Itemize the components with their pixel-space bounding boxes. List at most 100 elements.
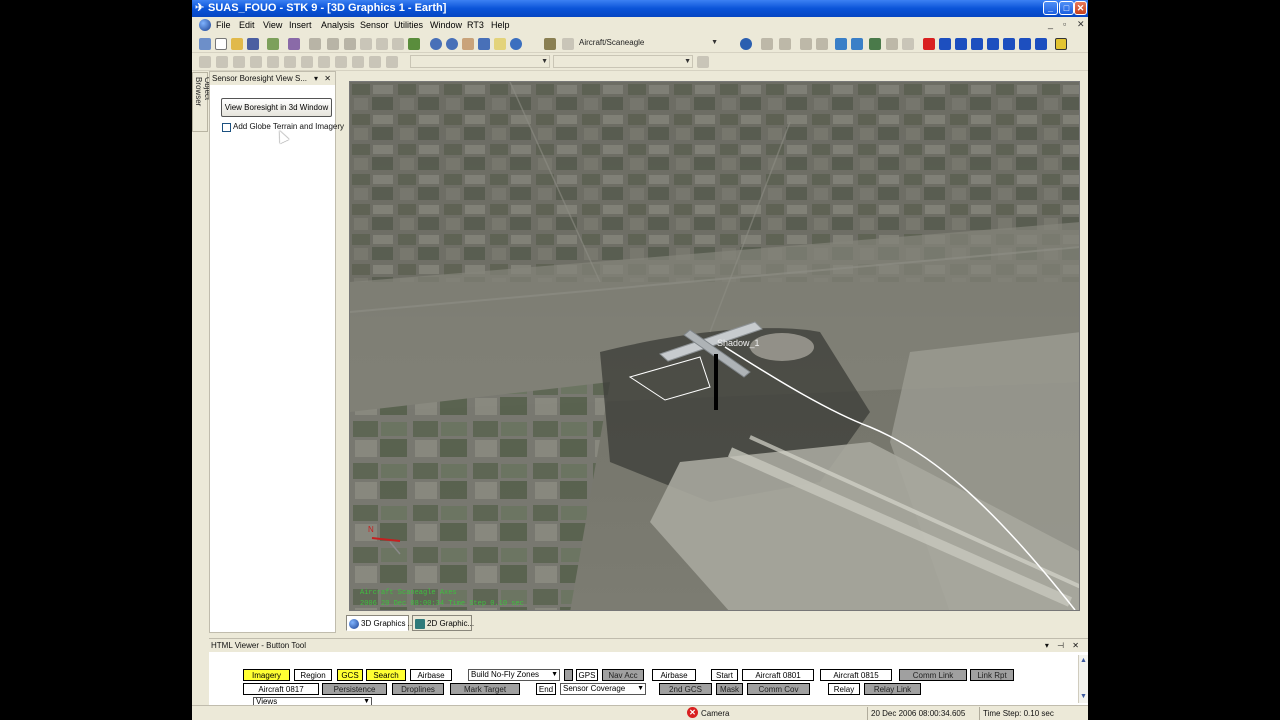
zoom-in-icon[interactable] — [430, 38, 442, 50]
end-button[interactable]: End — [536, 683, 556, 695]
close-button[interactable]: ✕ — [1074, 1, 1087, 15]
search-button[interactable]: Search — [366, 669, 406, 681]
disabled-selector[interactable]: ▼ — [410, 55, 550, 68]
reset-animation-icon[interactable] — [923, 38, 935, 50]
menu-file[interactable]: File — [216, 20, 231, 30]
record-icon[interactable] — [835, 38, 847, 50]
gcs-button[interactable]: GCS — [337, 669, 363, 681]
menu-help[interactable]: Help — [491, 20, 510, 30]
tool-icon[interactable] — [335, 56, 347, 68]
link-rpt-button[interactable]: Link Rpt — [970, 669, 1014, 681]
region-button[interactable]: Region — [294, 669, 332, 681]
zoom-to-icon[interactable] — [478, 38, 490, 50]
properties-icon[interactable] — [288, 38, 300, 50]
tool-icon[interactable] — [816, 38, 828, 50]
menu-rt3[interactable]: RT3 — [467, 20, 484, 30]
menu-view[interactable]: View — [263, 20, 282, 30]
delete-icon[interactable] — [392, 38, 404, 50]
start-button[interactable]: Start — [711, 669, 738, 681]
disabled-selector[interactable]: ▼ — [553, 55, 693, 68]
pan-hand-icon[interactable] — [462, 38, 474, 50]
terrain-checkbox[interactable] — [222, 123, 231, 132]
comm-link-button[interactable]: Comm Link — [899, 669, 967, 681]
realtime-icon[interactable] — [1055, 38, 1067, 50]
menu-sensor[interactable]: Sensor — [360, 20, 389, 30]
panel-controls[interactable]: ▾ ✕ — [314, 72, 333, 85]
mdi-minimize-button[interactable]: _ — [1048, 19, 1053, 29]
menu-analysis[interactable]: Analysis — [321, 20, 355, 30]
aircraft-0817-button[interactable]: Aircraft 0817 — [243, 683, 319, 695]
insert-object-icon[interactable] — [267, 38, 279, 50]
aircraft-0815-button[interactable]: Aircraft 0815 — [820, 669, 892, 681]
step-back-icon[interactable] — [939, 38, 951, 50]
scenario-icon[interactable] — [199, 38, 211, 50]
tool-icon[interactable] — [779, 38, 791, 50]
separator-button[interactable] — [564, 669, 573, 681]
cut-icon[interactable] — [344, 38, 356, 50]
tool-icon[interactable] — [352, 56, 364, 68]
nav-acc-button[interactable]: Nav Acc — [602, 669, 644, 681]
maximize-button[interactable]: □ — [1059, 1, 1074, 15]
droplines-button[interactable]: Droplines — [392, 683, 444, 695]
pause-icon[interactable] — [971, 38, 983, 50]
sensor-coverage-dropdown[interactable]: Sensor Coverage ▼ — [560, 683, 646, 695]
tab-2d-graphics[interactable]: 2D Graphic... — [412, 615, 474, 631]
new-icon[interactable] — [215, 38, 227, 50]
find-icon[interactable] — [327, 38, 339, 50]
tool-icon[interactable] — [386, 56, 398, 68]
comm-cov-button[interactable]: Comm Cov — [747, 683, 810, 695]
save-icon[interactable] — [247, 38, 259, 50]
tool-icon[interactable] — [199, 56, 211, 68]
aircraft-0801-button[interactable]: Aircraft 0801 — [742, 669, 814, 681]
viewer-scrollbar[interactable]: ▲ ▼ — [1078, 655, 1088, 703]
layers-icon[interactable] — [869, 38, 881, 50]
tool-icon[interactable] — [267, 56, 279, 68]
tool-icon[interactable] — [216, 56, 228, 68]
copy-icon[interactable] — [360, 38, 372, 50]
tool-icon[interactable] — [369, 56, 381, 68]
object-selector[interactable]: Aircraft/Scaneagle ▼ — [576, 37, 719, 50]
title-bar[interactable]: ✈ SUAS_FOUO - STK 9 - [3D Graphics 1 - E… — [192, 0, 1088, 17]
open-folder-icon[interactable] — [231, 38, 243, 50]
menu-utilities[interactable]: Utilities — [394, 20, 423, 30]
back-icon[interactable] — [408, 38, 420, 50]
tool-icon[interactable] — [800, 38, 812, 50]
print-icon[interactable] — [309, 38, 321, 50]
tool-icon[interactable] — [886, 38, 898, 50]
mdi-close-button[interactable]: ✕ — [1077, 19, 1085, 30]
paste-icon[interactable] — [376, 38, 388, 50]
step-forward-icon[interactable] — [1003, 38, 1015, 50]
slower-icon[interactable] — [1019, 38, 1031, 50]
viewer-controls[interactable]: ▾ ⊣ ✕ — [1045, 639, 1082, 652]
tool-icon[interactable] — [902, 38, 914, 50]
airbase-button[interactable]: Airbase — [410, 669, 452, 681]
earth-icon[interactable] — [740, 38, 752, 50]
play-forward-icon[interactable] — [987, 38, 999, 50]
gps-button[interactable]: GPS — [576, 669, 598, 681]
tool-icon[interactable] — [250, 56, 262, 68]
tool-icon[interactable] — [233, 56, 245, 68]
relay-link-button[interactable]: Relay Link — [864, 683, 921, 695]
no-fly-zones-dropdown[interactable]: Build No-Fly Zones ▼ — [468, 669, 560, 681]
play-reverse-icon[interactable] — [955, 38, 967, 50]
menu-window[interactable]: Window — [430, 20, 462, 30]
menu-edit[interactable]: Edit — [239, 20, 255, 30]
tool-icon[interactable] — [301, 56, 313, 68]
persistence-button[interactable]: Persistence — [322, 683, 387, 695]
2nd-gcs-button[interactable]: 2nd GCS — [659, 683, 712, 695]
tool-icon[interactable] — [697, 56, 709, 68]
airbase-2-button[interactable]: Airbase — [652, 669, 696, 681]
zoom-out-icon[interactable] — [446, 38, 458, 50]
mark-target-button[interactable]: Mark Target — [450, 683, 520, 695]
tool-icon[interactable] — [284, 56, 296, 68]
mask-button[interactable]: Mask — [716, 683, 743, 695]
globe-view-icon[interactable] — [510, 38, 522, 50]
snapshot-icon[interactable] — [851, 38, 863, 50]
document-icon[interactable] — [199, 19, 211, 31]
minimize-button[interactable]: _ — [1043, 1, 1058, 15]
view-from-icon[interactable] — [544, 38, 556, 50]
mdi-restore-button[interactable]: ▫ — [1063, 19, 1066, 29]
imagery-button[interactable]: Imagery — [243, 669, 290, 681]
tab-3d-graphics[interactable]: 3D Graphics ... — [346, 615, 414, 631]
scroll-down-icon[interactable]: ▼ — [1080, 693, 1087, 700]
